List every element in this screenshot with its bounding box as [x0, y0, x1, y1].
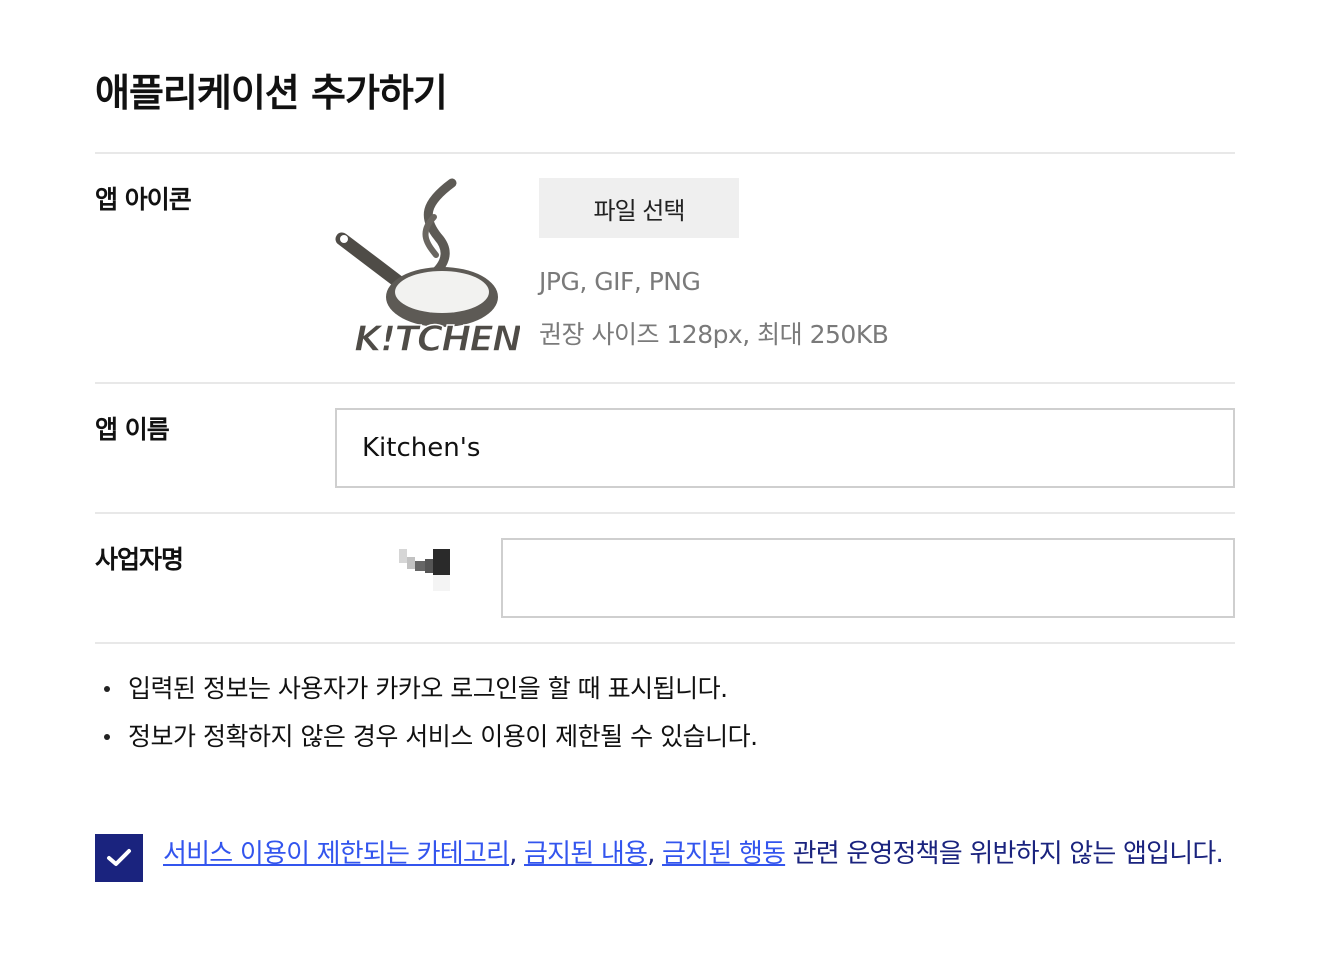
app-name-input[interactable]: [335, 408, 1235, 488]
info-notes-list: 입력된 정보는 사용자가 카카오 로그인을 할 때 표시됩니다. 정보가 정확하…: [100, 665, 758, 761]
file-select-button[interactable]: 파일 선택: [539, 178, 739, 238]
divider-business-row: [95, 642, 1235, 644]
info-note: 입력된 정보는 사용자가 카카오 로그인을 할 때 표시됩니다.: [100, 665, 758, 713]
policy-agreement-text: 서비스 이용이 제한되는 카테고리, 금지된 내용, 금지된 행동 관련 운영정…: [163, 839, 1224, 869]
bullet-icon: [104, 686, 110, 692]
prohibited-content-link[interactable]: 금지된 내용: [524, 839, 648, 869]
file-size-hint: 권장 사이즈 128px, 최대 250KB: [539, 320, 889, 349]
app-name-label: 앱 이름: [95, 415, 170, 444]
policy-agreement-checkbox[interactable]: [95, 834, 143, 882]
logo-lettering: K!TCHEN'S: [354, 319, 520, 360]
divider-name-row: [95, 512, 1235, 514]
file-format-hint: JPG, GIF, PNG: [539, 267, 701, 296]
masked-business-name: [399, 549, 451, 591]
divider-icon-row: [95, 382, 1235, 384]
frying-pan-logo-icon: K!TCHEN'S: [335, 178, 556, 361]
add-application-page: 애플리케이션 추가하기 앱 아이콘 K!TCHEN'S 파일 선택 JPG, G…: [0, 0, 1322, 974]
divider-top: [95, 152, 1235, 154]
bullet-icon: [104, 734, 110, 740]
prohibited-behavior-link[interactable]: 금지된 행동: [662, 839, 786, 869]
app-icon-image: K!TCHEN'S: [330, 175, 556, 361]
check-icon: [107, 849, 131, 866]
page-title: 애플리케이션 추가하기: [95, 71, 448, 115]
business-name-input[interactable]: [501, 538, 1235, 618]
restricted-categories-link[interactable]: 서비스 이용이 제한되는 카테고리: [163, 839, 510, 869]
business-name-label: 사업자명: [95, 545, 184, 574]
app-icon-label: 앱 아이콘: [95, 185, 192, 214]
info-note: 정보가 정확하지 않은 경우 서비스 이용이 제한될 수 있습니다.: [100, 713, 758, 761]
